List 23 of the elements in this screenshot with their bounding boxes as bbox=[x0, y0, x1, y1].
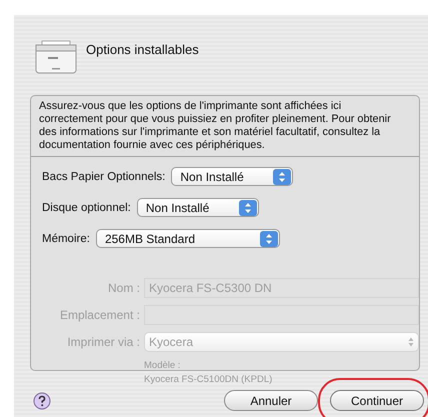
option-label: Mémoire: bbox=[42, 232, 90, 244]
dialog-button[interactable]: Continuer bbox=[330, 390, 424, 411]
stepper-icon bbox=[273, 168, 292, 184]
stepper-icon bbox=[238, 200, 257, 216]
option-popup[interactable]: Non Installé bbox=[136, 198, 259, 217]
faded-field-label: Nom : bbox=[106, 281, 140, 295]
dialog-title: Options installables bbox=[86, 42, 199, 57]
option-label: Disque optionnel: bbox=[42, 202, 131, 214]
intro-text: Assurez-vous que les options de l'imprimante sont affichées ici correctement pour que vous puissiez en profiter pleinement. Pour obtenir des informations sur l'imprimante et son matériel facultatif, consultez la documentation fournie avec ces périphériques. bbox=[38, 99, 392, 153]
faded-stepper-icon bbox=[408, 336, 414, 348]
option-popup[interactable]: Non Installé bbox=[171, 167, 294, 186]
dialog-button[interactable]: Annuler bbox=[224, 390, 318, 411]
faded-field: Kyocera bbox=[144, 332, 419, 352]
option-popup[interactable]: 256MB Standard bbox=[96, 229, 280, 248]
faded-model-text: Modèle : bbox=[144, 360, 182, 371]
option-label: Bacs Papier Optionnels: bbox=[42, 170, 166, 182]
faded-model-text: Kyocera FS-C5100DN (KPDL) bbox=[144, 374, 272, 385]
printer-icon bbox=[34, 39, 78, 75]
stepper-icon bbox=[260, 230, 278, 246]
faded-field-label: Emplacement : bbox=[58, 308, 140, 322]
help-icon[interactable] bbox=[33, 392, 51, 410]
faded-field-label: Imprimer via : bbox=[66, 335, 140, 349]
faded-field: Kyocera FS-C5300 DN bbox=[144, 278, 419, 298]
